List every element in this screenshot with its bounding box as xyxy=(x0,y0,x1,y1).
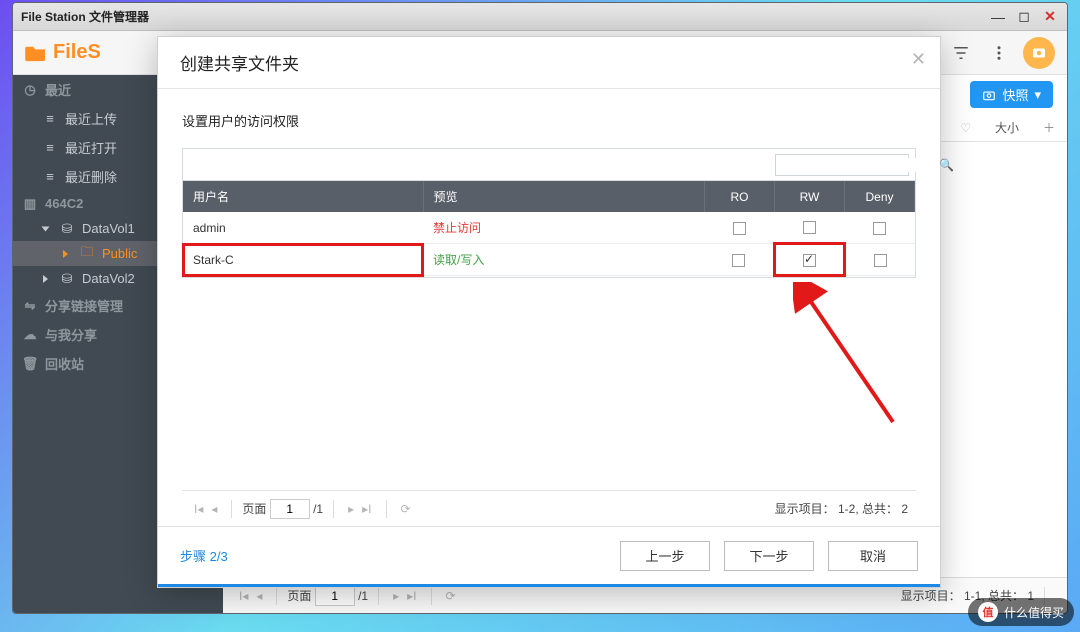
chevron-down-icon xyxy=(42,226,50,231)
search-icon[interactable]: 🔍 xyxy=(939,158,954,172)
cell-ro xyxy=(705,212,775,244)
permission-label: 设置用户的访问权限 xyxy=(182,111,916,130)
heart-icon[interactable]: ♡ xyxy=(960,121,971,135)
cancel-button[interactable]: 取消 xyxy=(828,541,918,571)
col-user[interactable]: 用户名 xyxy=(183,181,423,212)
pager-next-icon[interactable]: ▸ xyxy=(389,589,403,603)
pager-prev-icon[interactable]: ◂ xyxy=(252,589,266,603)
refresh-icon[interactable]: ⟳ xyxy=(442,589,460,603)
pager-display: 显示项目： 1-2, 总共： 2 xyxy=(775,500,908,517)
pager-last-icon[interactable]: ▸I xyxy=(358,502,375,516)
checkbox[interactable] xyxy=(803,221,816,234)
maximize-icon[interactable]: ◻ xyxy=(1015,8,1033,26)
pager-page-input[interactable] xyxy=(270,499,310,519)
cell-preview: 禁止访问 xyxy=(423,212,705,244)
dialog-pager: I◂ ◂ 页面 /1 ▸ ▸I ⟳ 显示项目： 1-2, 总共： 2 xyxy=(182,490,916,526)
titlebar: File Station 文件管理器 — ◻ ✕ xyxy=(13,3,1067,31)
cell-preview: 读取/写入 xyxy=(423,244,705,276)
checkbox[interactable] xyxy=(874,254,887,267)
dialog-title: 创建共享文件夹 ✕ xyxy=(158,37,940,89)
col-deny[interactable]: Deny xyxy=(845,181,915,212)
chevron-right-icon xyxy=(63,250,68,258)
camera-icon xyxy=(982,88,996,102)
cell-deny xyxy=(845,244,915,276)
pager-first-icon[interactable]: I◂ xyxy=(235,589,252,603)
cell-ro xyxy=(705,244,775,276)
drive-icon: ⛁ xyxy=(60,222,74,236)
nas-icon: ▥ xyxy=(23,197,37,211)
app-logo: FileS xyxy=(25,41,101,64)
prev-button[interactable]: 上一步 xyxy=(620,541,710,571)
watermark-text: 什么值得买 xyxy=(1004,604,1064,621)
checkbox[interactable] xyxy=(732,254,745,267)
avatar[interactable] xyxy=(1023,37,1055,69)
step-label: 步骤 2/3 xyxy=(180,546,228,565)
col-preview[interactable]: 预览 xyxy=(423,181,705,212)
cell-rw xyxy=(775,212,845,244)
snapshot-button[interactable]: 快照 ▾ xyxy=(970,81,1053,108)
share-icon: ⇋ xyxy=(23,299,37,313)
clock-icon: ◷ xyxy=(23,83,37,97)
dialog-footer: 步骤 2/3 上一步 下一步 取消 xyxy=(158,526,940,584)
pager-first-icon[interactable]: I◂ xyxy=(190,502,207,516)
folder-icon xyxy=(25,44,47,62)
filter-icon[interactable] xyxy=(947,39,975,67)
cell-user: admin xyxy=(183,212,423,244)
create-share-dialog: 创建共享文件夹 ✕ 设置用户的访问权限 🔍 用户名 预览 RO RW Deny xyxy=(157,36,941,588)
dialog-close-icon[interactable]: ✕ xyxy=(911,49,926,70)
column-size[interactable]: 大小 xyxy=(995,119,1019,136)
window-title: File Station 文件管理器 xyxy=(21,8,989,25)
folder-icon: 🗀 xyxy=(80,247,94,261)
permission-grid: 🔍 用户名 预览 RO RW Deny admin禁止访问Stark-C读取/写… xyxy=(182,148,916,278)
pager-total: /1 xyxy=(358,589,368,603)
chevron-down-icon: ▾ xyxy=(1034,87,1041,103)
col-rw[interactable]: RW xyxy=(775,181,845,212)
cell-deny xyxy=(845,212,915,244)
more-icon[interactable] xyxy=(985,39,1013,67)
cell-rw xyxy=(775,244,845,276)
watermark: 值 什么值得买 xyxy=(968,598,1074,626)
pager-page-label: 页面 xyxy=(287,587,311,604)
list-icon: ≡ xyxy=(43,112,57,126)
minimize-icon[interactable]: — xyxy=(989,8,1007,26)
logo-text: FileS xyxy=(53,41,101,64)
accent-bar xyxy=(158,584,940,587)
add-icon[interactable]: ＋ xyxy=(1043,119,1055,136)
grid-search[interactable]: 🔍 xyxy=(775,154,909,176)
pager-page-label: 页面 xyxy=(242,500,266,517)
search-input[interactable] xyxy=(776,158,939,172)
chevron-right-icon xyxy=(43,275,48,283)
list-icon: ≡ xyxy=(43,170,57,184)
table-row[interactable]: Stark-C读取/写入 xyxy=(183,244,915,276)
pager-next-icon[interactable]: ▸ xyxy=(344,502,358,516)
cloud-icon: ☁ xyxy=(23,328,37,342)
checkbox[interactable] xyxy=(733,222,746,235)
checkbox[interactable] xyxy=(803,254,816,267)
close-icon[interactable]: ✕ xyxy=(1041,8,1059,26)
list-icon: ≡ xyxy=(43,141,57,155)
pager-last-icon[interactable]: ▸I xyxy=(403,589,420,603)
pager-total: /1 xyxy=(313,502,323,516)
drive-icon: ⛁ xyxy=(60,272,74,286)
col-ro[interactable]: RO xyxy=(705,181,775,212)
pager-prev-icon[interactable]: ◂ xyxy=(207,502,221,516)
table-row[interactable]: admin禁止访问 xyxy=(183,212,915,244)
pager-page-input[interactable] xyxy=(315,586,355,606)
checkbox[interactable] xyxy=(873,222,886,235)
cell-user: Stark-C xyxy=(183,244,423,276)
refresh-icon[interactable]: ⟳ xyxy=(397,502,415,516)
watermark-icon: 值 xyxy=(978,602,998,622)
next-button[interactable]: 下一步 xyxy=(724,541,814,571)
trash-icon: 🗑 xyxy=(23,357,37,371)
